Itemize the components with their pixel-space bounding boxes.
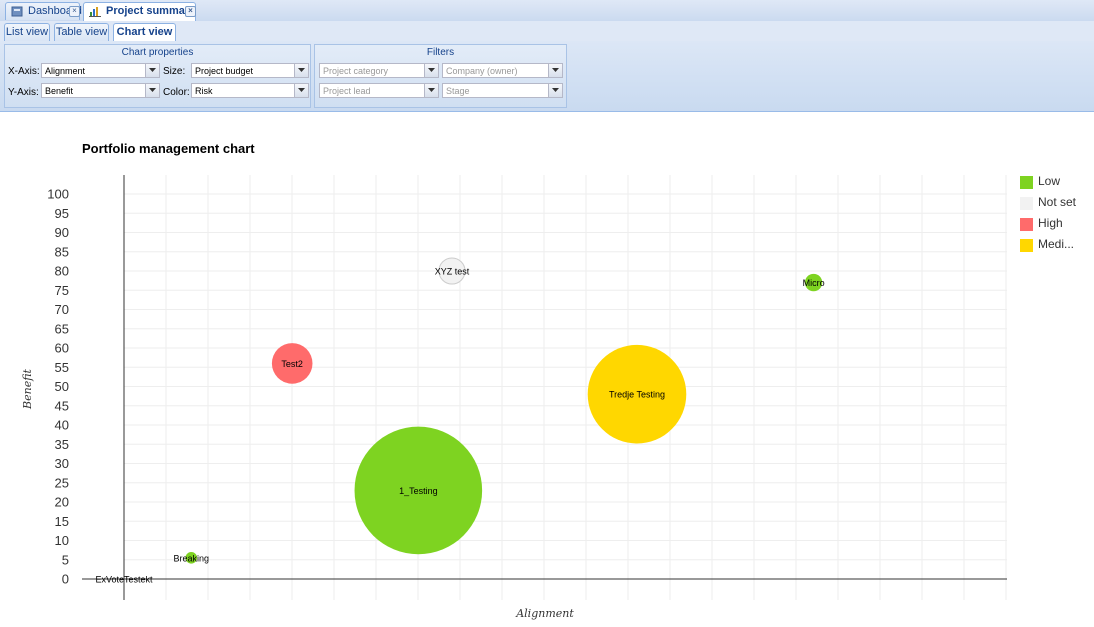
legend-swatch xyxy=(1020,239,1033,252)
y-tick-label: 35 xyxy=(55,437,69,452)
y-tick-label: 95 xyxy=(55,206,69,221)
x-axis-title: Alignment xyxy=(515,607,574,620)
bubble-label: Tredje Testing xyxy=(609,390,665,400)
y-tick-label: 5 xyxy=(62,552,69,567)
y-tick-label: 30 xyxy=(55,456,69,471)
y-tick-label: 0 xyxy=(62,572,69,587)
legend-swatch xyxy=(1020,197,1033,210)
legend-label: High xyxy=(1038,216,1063,230)
y-axis-title: Benefit xyxy=(21,368,34,410)
legend-label: Not set xyxy=(1038,195,1077,209)
y-tick-label: 15 xyxy=(55,514,69,529)
bubble-label: ExVoteTestekt xyxy=(95,575,153,585)
y-tick-label: 10 xyxy=(55,533,69,548)
chart-grid xyxy=(124,175,1007,600)
bubble-label: 1_Testing xyxy=(399,486,438,496)
bubble-label: Micro xyxy=(803,278,825,288)
y-tick-label: 75 xyxy=(55,283,69,298)
y-tick-label: 80 xyxy=(55,264,69,279)
y-tick-label: 55 xyxy=(55,360,69,375)
bubble-label: Test2 xyxy=(281,359,303,369)
y-tick-label: 20 xyxy=(55,495,69,510)
y-tick-label: 90 xyxy=(55,225,69,240)
bubble-chart: 0 5 10 15 20 25 30 35 40 45 50 55 60 65 70 75 80 85 90 95 10… xyxy=(21,175,1007,620)
y-tick-label: 65 xyxy=(55,321,69,336)
y-tick-label: 100 xyxy=(47,187,69,202)
legend-swatch xyxy=(1020,218,1033,231)
y-tick-label: 85 xyxy=(55,244,69,259)
legend-swatch xyxy=(1020,176,1033,189)
y-tick-label: 25 xyxy=(55,475,69,490)
y-tick-label: 40 xyxy=(55,418,69,433)
y-tick-label: 70 xyxy=(55,302,69,317)
y-tick-label: 50 xyxy=(55,379,69,394)
y-tick-label: 60 xyxy=(55,341,69,356)
bubble-label: XYZ test xyxy=(435,267,470,277)
y-tick-label: 45 xyxy=(55,398,69,413)
bubble-label: Breaking xyxy=(174,553,210,563)
y-tick-labels: 0 5 10 15 20 25 30 35 40 45 50 55 60 65 70 75 80 85 90 95 10… xyxy=(47,187,69,587)
legend-label: Medi... xyxy=(1038,237,1075,251)
legend-label: Low xyxy=(1038,174,1061,188)
